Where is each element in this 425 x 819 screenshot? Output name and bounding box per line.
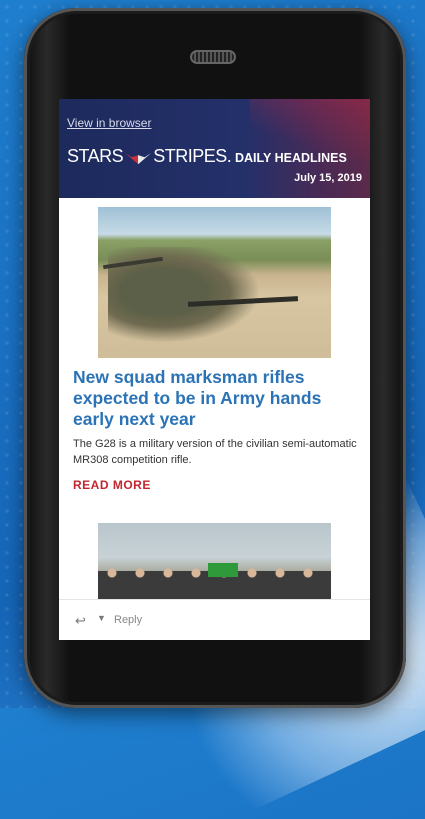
phone-speaker — [190, 50, 236, 64]
logo-star-icon — [125, 153, 152, 165]
photo-excavator — [208, 563, 238, 577]
reply-button[interactable]: Reply — [114, 614, 142, 626]
logo-text-stripes: STRIPES. — [153, 146, 232, 166]
reply-icon[interactable]: ↩ — [75, 613, 86, 629]
email-screen: View in browser STARS STRIPES. DAILY HEAD… — [59, 99, 370, 640]
stars-and-stripes-logo: STARS STRIPES. — [67, 146, 232, 167]
newsletter-header: View in browser STARS STRIPES. DAILY HEAD… — [59, 99, 370, 198]
read-more-link[interactable]: READ MORE — [73, 478, 151, 492]
article-photo-groundbreaking[interactable] — [98, 523, 331, 599]
logo-text-stars: STARS — [67, 146, 124, 166]
reply-toolbar: ↩ ▼ Reply — [59, 599, 370, 640]
chevron-down-icon[interactable]: ▼ — [97, 613, 106, 623]
issue-date: July 15, 2019 — [294, 172, 362, 184]
section-title: DAILY HEADLINES — [235, 151, 347, 165]
article-headline[interactable]: New squad marksman rifles expected to be… — [73, 367, 358, 430]
article-summary: The G28 is a military version of the civ… — [73, 438, 357, 466]
article-photo-marksman[interactable] — [98, 207, 331, 358]
view-in-browser-link[interactable]: View in browser — [67, 116, 151, 130]
